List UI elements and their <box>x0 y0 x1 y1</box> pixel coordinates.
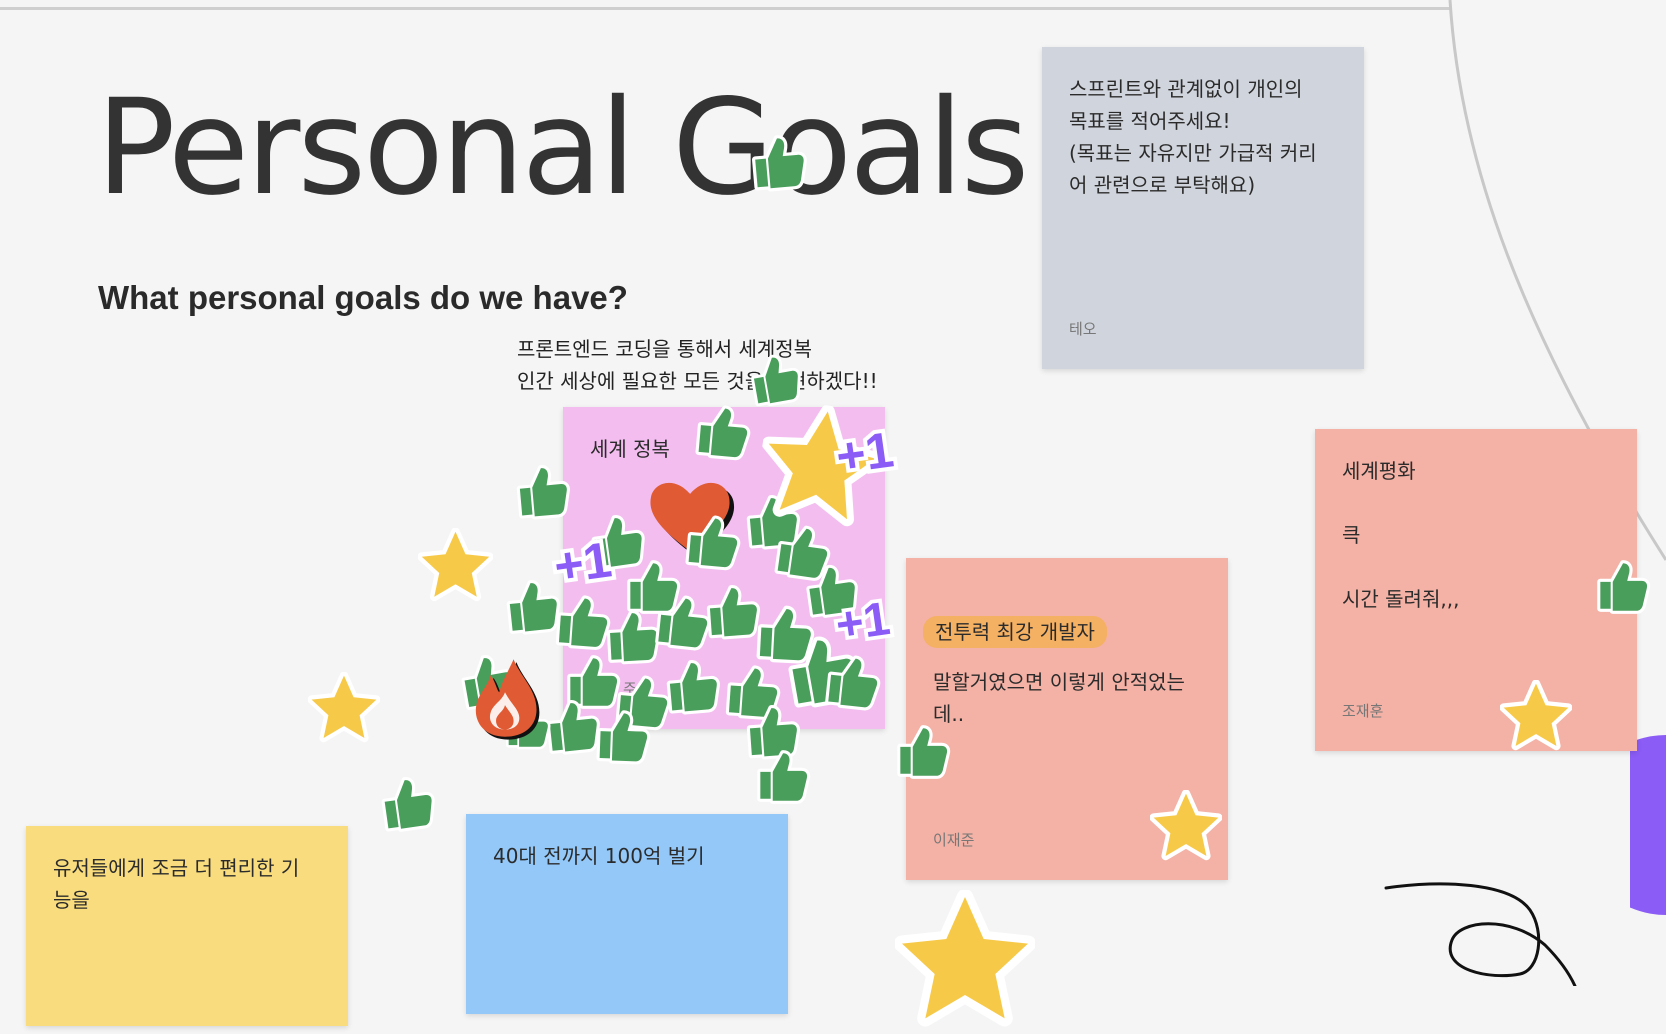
thumbs-up-icon[interactable] <box>750 745 812 811</box>
star-icon[interactable] <box>893 888 1037 1034</box>
thumbs-up-icon[interactable] <box>371 768 442 842</box>
thumbs-up-icon[interactable] <box>589 704 653 772</box>
sticky-note-money-goal[interactable]: 40대 전까지 100억 벌기 <box>466 814 788 1014</box>
svg-text:+1: +1 <box>551 531 615 594</box>
sticky-note-body: 스프린트와 관계없이 개인의 목표를 적어주세요! (목표는 자유지만 가급적 … <box>1069 77 1317 197</box>
sticky-note-author: 이재준 <box>933 831 975 849</box>
star-icon[interactable] <box>1149 789 1223 866</box>
sticky-note-body-text: 말할거였으면 이렇게 안적었는 데.. <box>933 670 1185 726</box>
sticky-note-world-peace[interactable]: 세계평화 큭 시간 돌려줘,,, 조재훈 <box>1315 429 1637 751</box>
board-subtitle: What personal goals do we have? <box>98 279 628 316</box>
sticky-note-body: 유저들에게 조금 더 편리한 기 능을 <box>53 856 300 912</box>
star-icon[interactable] <box>1499 679 1573 756</box>
plus-one-icon[interactable]: +1 <box>826 587 899 656</box>
thumbs-up-icon[interactable] <box>507 457 575 528</box>
sticky-note-convenient-features[interactable]: 유저들에게 조금 더 편리한 기 능을 <box>26 826 348 1026</box>
star-icon[interactable] <box>307 671 381 748</box>
board-title: Personal Goals <box>96 71 1029 225</box>
svg-text:+1: +1 <box>832 591 893 651</box>
sticky-note-author: 조재훈 <box>1342 702 1384 720</box>
sticky-note-body: 전투력 최강 개발자 <box>923 584 1201 648</box>
fire-icon[interactable] <box>462 655 548 745</box>
pen-scribble <box>1384 882 1577 986</box>
svg-text:+1: +1 <box>833 421 897 484</box>
thumbs-up-icon[interactable] <box>890 720 952 786</box>
thumbs-up-icon[interactable] <box>677 507 745 578</box>
frame-border <box>0 7 1452 10</box>
star-icon[interactable] <box>417 527 494 607</box>
sticky-note-instructions[interactable]: 스프린트와 관계없이 개인의 목표를 적어주세요! (목표는 자유지만 가급적 … <box>1042 47 1364 369</box>
decorative-purple-circle <box>1630 735 1666 915</box>
whiteboard-canvas[interactable]: Personal Goals What personal goals do we… <box>0 0 1666 1027</box>
thumbs-up-icon[interactable] <box>687 397 755 468</box>
sticky-note-body: 40대 전까지 100억 벌기 <box>493 844 705 868</box>
sticky-note-author: 테오 <box>1069 320 1097 338</box>
thumbs-up-icon[interactable] <box>1590 555 1652 621</box>
plus-one-icon[interactable]: +1 <box>544 527 622 599</box>
highlighted-text: 전투력 최강 개발자 <box>923 616 1107 648</box>
plus-one-icon[interactable]: +1 <box>826 417 904 489</box>
thumbs-up-icon[interactable] <box>742 127 812 200</box>
sticky-note-body: 세계평화 큭 시간 돌려줘,,, <box>1342 459 1460 611</box>
free-text-note[interactable]: 프론트엔드 코딩을 통해서 세계정복 인간 세상에 필요한 모든 것을 구현하겠… <box>517 333 878 397</box>
thumbs-up-icon[interactable] <box>657 652 725 723</box>
thumbs-up-icon[interactable] <box>817 647 886 719</box>
